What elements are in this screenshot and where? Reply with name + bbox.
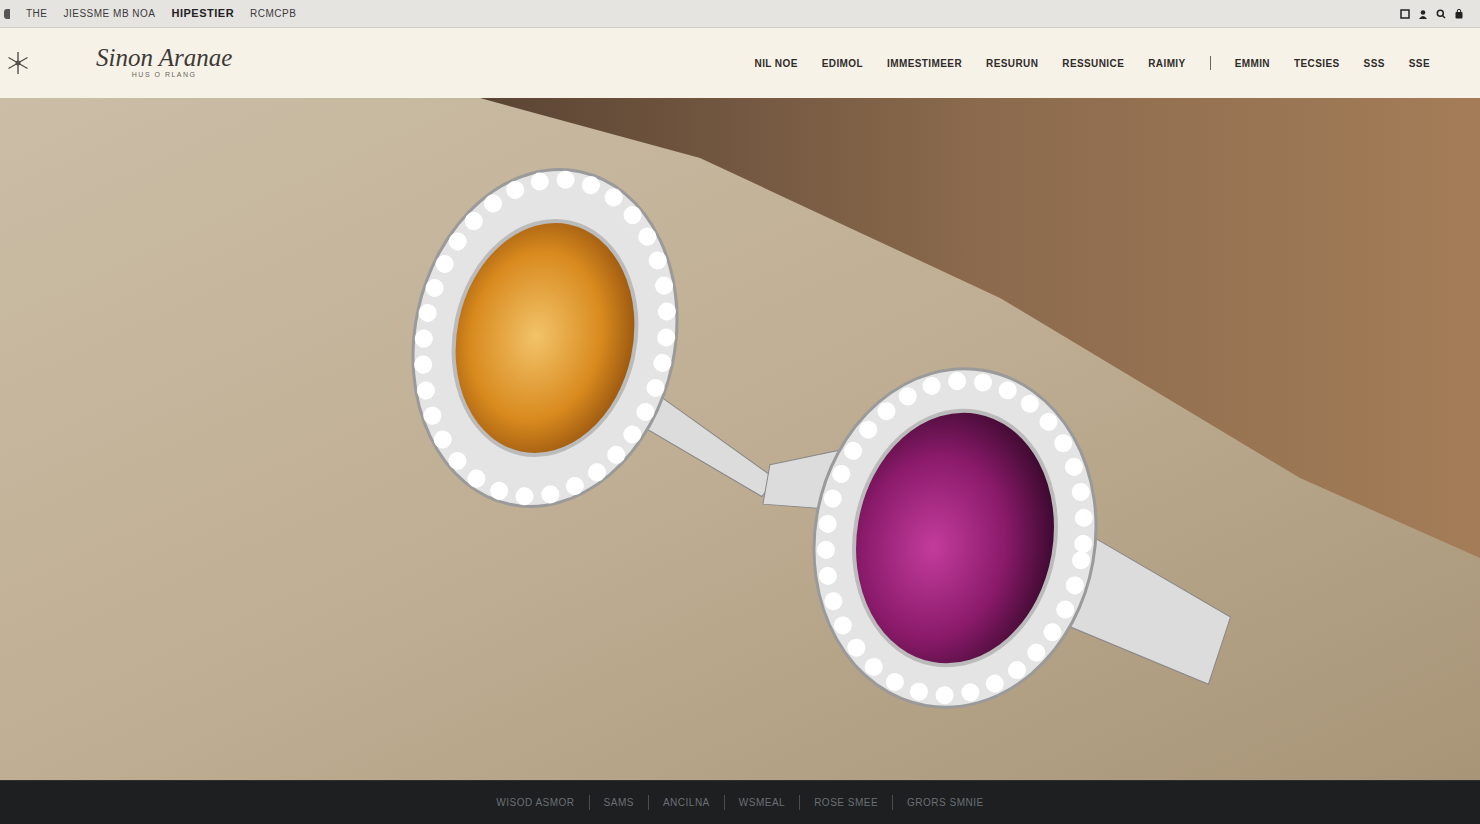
top-bar-link[interactable]: HIPESTIER: [172, 5, 235, 22]
snowflake-icon: [4, 49, 32, 77]
bag-icon[interactable]: [1454, 9, 1464, 19]
footer-link[interactable]: SAMS: [589, 795, 648, 810]
footer-bar: WISOD ASMORSAMSANCILNAWSMEALROSE SMEEGRO…: [0, 780, 1480, 824]
main-nav: NIL NOE EDIMOL IMMESTIMEER RESURUN RESSUNICE…: [755, 52, 1430, 75]
nav-link[interactable]: RESURUN: [986, 52, 1038, 75]
nav-link[interactable]: TECSIES: [1294, 52, 1340, 75]
site-header: Sinon AranaeHUS O RLANG NIL NOE EDIMOL IMM…: [0, 28, 1480, 98]
square-icon[interactable]: [1400, 9, 1410, 19]
footer-link[interactable]: GRORS SMNIE: [892, 795, 998, 810]
hero-photo: [0, 98, 1480, 780]
footer-link[interactable]: WSMEAL: [724, 795, 799, 810]
top-bar-link[interactable]: JIESSME MB NOA: [64, 6, 156, 21]
nav-link[interactable]: RESSUNICE: [1062, 52, 1124, 75]
globe-icon: [4, 9, 10, 19]
top-icons: [1400, 9, 1464, 19]
nav-divider: [1210, 56, 1211, 70]
rings-photo: [0, 98, 1480, 780]
logo-tagline: HUS O RLANG: [96, 70, 232, 81]
top-bar-link[interactable]: RCMCPB: [250, 6, 296, 21]
top-bar: THE JIESSME MB NOA HIPESTIER RCMCPB: [0, 0, 1480, 28]
logo-text[interactable]: Sinon Aranae: [96, 45, 232, 70]
nav-link[interactable]: RAIMIY: [1148, 52, 1185, 75]
footer-link[interactable]: ROSE SMEE: [799, 795, 892, 810]
nav-link[interactable]: NIL NOE: [755, 52, 798, 75]
nav-link[interactable]: EDIMOL: [822, 52, 863, 75]
footer-link[interactable]: ANCILNA: [648, 795, 724, 810]
nav-link[interactable]: EMMIN: [1235, 52, 1270, 75]
nav-link[interactable]: IMMESTIMEER: [887, 52, 962, 75]
nav-link[interactable]: SSS: [1364, 52, 1385, 75]
logo[interactable]: Sinon AranaeHUS O RLANG: [80, 45, 232, 81]
top-bar-link[interactable]: THE: [26, 6, 48, 21]
nav-link[interactable]: SSE: [1409, 52, 1430, 75]
footer-link[interactable]: WISOD ASMOR: [482, 795, 588, 810]
search-icon[interactable]: [1436, 9, 1446, 19]
user-icon[interactable]: [1418, 9, 1428, 19]
